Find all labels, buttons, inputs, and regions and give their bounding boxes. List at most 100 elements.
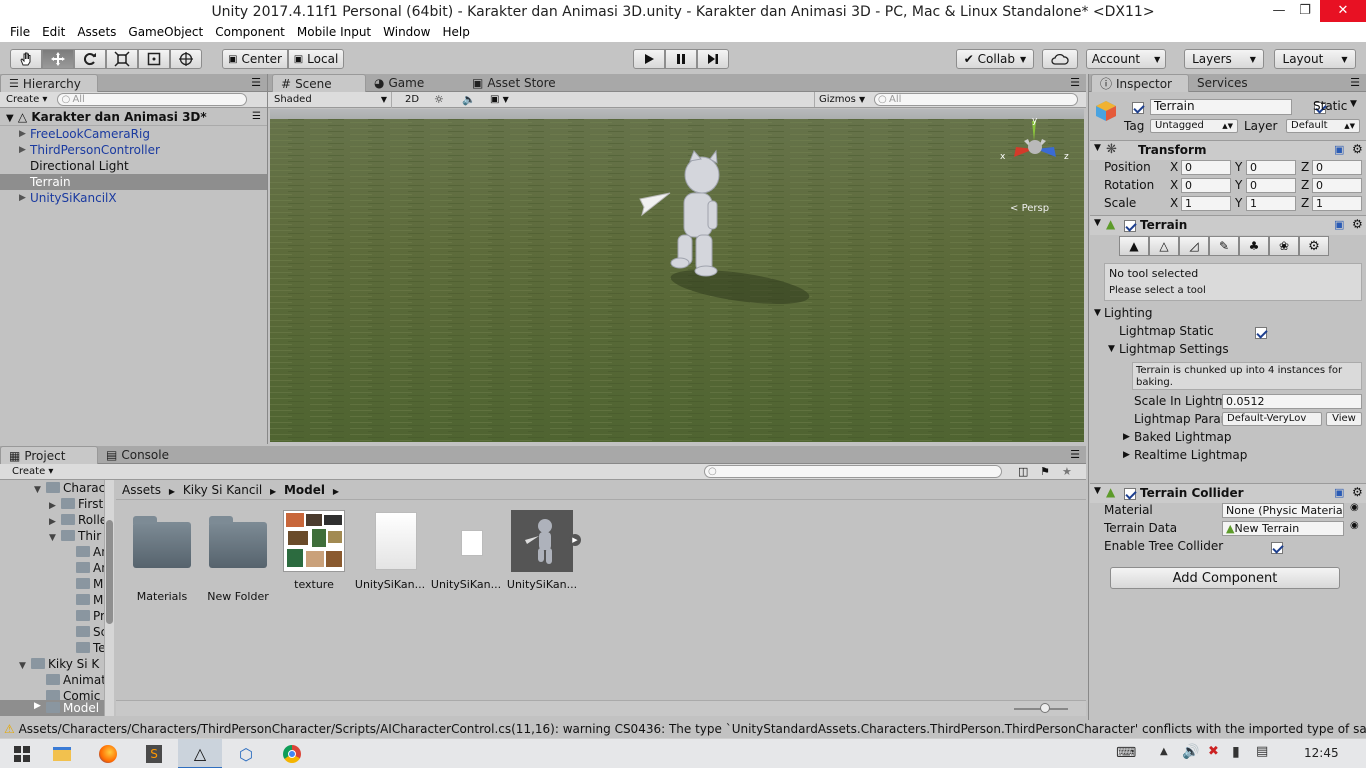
start-button[interactable] <box>0 739 44 768</box>
maximize-button[interactable]: ❐ <box>1288 0 1322 22</box>
slider-thumb[interactable] <box>1040 703 1050 713</box>
enable-tree-collider-checkbox[interactable] <box>1270 542 1283 554</box>
realtime-lightmap-foldout[interactable]: Realtime Lightmap <box>1134 448 1247 462</box>
scale-in-lightmap-input[interactable]: 0.0512 <box>1222 394 1362 409</box>
menu-window[interactable]: Window <box>377 24 436 42</box>
tab-scene[interactable]: # Scene <box>272 74 366 92</box>
effects-dropdown[interactable]: ▣ ▼ <box>490 92 509 107</box>
tab-hierarchy[interactable]: ☰ Hierarchy <box>0 74 98 92</box>
taskbar-sublime[interactable]: S <box>132 739 176 768</box>
tab-game[interactable]: ◕ Game <box>366 74 464 92</box>
keyboard-icon[interactable]: ⌨ <box>1116 745 1136 761</box>
tree-item[interactable]: ▶ First <box>0 496 104 512</box>
tree-item[interactable]: M <box>0 576 104 592</box>
signal-icon[interactable]: ▤ <box>1256 744 1268 759</box>
expand-open-icon[interactable]: ▼ <box>19 658 31 672</box>
panel-menu-icon[interactable]: ☰ <box>1350 76 1360 89</box>
taskbar-file-explorer[interactable] <box>40 739 84 768</box>
lightmap-parameters-dropdown[interactable]: Default-VeryLov <box>1222 412 1322 426</box>
terrain-settings-button[interactable]: ⚙ <box>1299 236 1329 256</box>
active-checkbox[interactable] <box>1132 102 1144 114</box>
shading-mode-dropdown[interactable]: Shaded ▼ <box>274 91 392 108</box>
smooth-height-button[interactable]: ◿ <box>1179 236 1209 256</box>
help-icon[interactable]: ▣ <box>1334 486 1344 499</box>
object-picker-icon[interactable]: ◉ <box>1350 502 1359 513</box>
star-icon[interactable]: ★ <box>1062 465 1072 478</box>
scene-viewport[interactable]: y x z < Persp <box>270 109 1084 442</box>
asset-item[interactable]: UnitySiKan... <box>429 510 503 591</box>
taskbar-firefox[interactable] <box>86 739 130 768</box>
orientation-gizmo[interactable]: y x z <box>998 117 1078 183</box>
scale-y-input[interactable]: 1 <box>1246 196 1296 211</box>
tag-dropdown[interactable]: Untagged ▲▼ <box>1150 119 1238 133</box>
menu-assets[interactable]: Assets <box>71 24 122 42</box>
tab-inspector[interactable]: ⓘ Inspector <box>1091 74 1189 92</box>
scale-tool-button[interactable] <box>106 49 138 69</box>
project-search-input[interactable]: ○ <box>704 465 1002 478</box>
help-icon[interactable]: ▣ <box>1334 143 1344 156</box>
tree-item[interactable]: Sc <box>0 624 104 640</box>
place-trees-button[interactable]: ♣ <box>1239 236 1269 256</box>
cloud-button[interactable] <box>1042 49 1078 69</box>
move-tool-button[interactable] <box>42 49 74 69</box>
scale-z-input[interactable]: 1 <box>1312 196 1362 211</box>
terrain-header[interactable]: ▼ ▲ Terrain ▣ ⚙ <box>1090 215 1366 235</box>
close-button[interactable]: ✕ <box>1320 0 1366 22</box>
view-button[interactable]: View <box>1326 412 1362 426</box>
tab-services[interactable]: Services <box>1189 74 1279 92</box>
object-picker-icon[interactable]: ◉ <box>1350 520 1359 531</box>
taskbar-unity[interactable]: △ <box>178 739 222 768</box>
scene-root[interactable]: ▼ △ Karakter dan Animasi 3D* ☰ <box>0 108 267 126</box>
filter-type-icon[interactable]: ◫ <box>1018 465 1028 478</box>
panel-menu-icon[interactable]: ☰ <box>251 76 261 89</box>
status-bar[interactable]: ⚠ Assets/Characters/Characters/ThirdPers… <box>0 720 1366 738</box>
hierarchy-item[interactable]: ▶ UnitySiKancilX <box>0 190 267 206</box>
tree-item[interactable]: An <box>0 544 104 560</box>
project-create-button[interactable]: Create ▾ <box>12 466 53 477</box>
menu-component[interactable]: Component <box>209 24 291 42</box>
asset-item[interactable]: Materials <box>125 510 199 603</box>
lightmap-settings-foldout[interactable]: Lightmap Settings <box>1119 342 1229 356</box>
pivot-center-button[interactable]: ▣ Center <box>222 49 288 69</box>
terrain-data-field[interactable]: ▲New Terrain <box>1222 521 1344 536</box>
lighting-toggle[interactable]: ☼ <box>434 92 444 107</box>
scene-menu-icon[interactable]: ☰ <box>252 108 261 126</box>
hierarchy-item[interactable]: ▶ FreeLookCameraRig <box>0 126 267 142</box>
position-z-input[interactable]: 0 <box>1312 160 1362 175</box>
expand-asset-icon[interactable]: ▶ <box>569 534 581 546</box>
expand-open-icon[interactable]: ▼ <box>1094 308 1101 318</box>
scene-search-input[interactable]: ○ All <box>874 93 1078 106</box>
tab-project[interactable]: ▦ Project <box>0 446 98 464</box>
tree-item-model[interactable]: Model <box>46 700 99 716</box>
asset-item[interactable]: UnitySiKan... <box>353 510 427 591</box>
expand-icon[interactable]: ▶ <box>1123 432 1130 442</box>
add-component-button[interactable]: Add Component <box>1110 567 1340 589</box>
tree-item[interactable]: Pr <box>0 608 104 624</box>
hierarchy-item-selected[interactable]: Terrain <box>0 174 267 190</box>
gear-icon[interactable]: ⚙ <box>1352 485 1363 499</box>
hierarchy-item[interactable]: Directional Light <box>0 158 267 174</box>
gear-icon[interactable]: ⚙ <box>1352 217 1363 231</box>
network-off-icon[interactable]: ✖ <box>1208 744 1219 759</box>
breadcrumb-item-current[interactable]: Model <box>284 483 325 497</box>
rotation-z-input[interactable]: 0 <box>1312 178 1362 193</box>
lightmap-static-checkbox[interactable] <box>1255 327 1267 339</box>
position-y-input[interactable]: 0 <box>1246 160 1296 175</box>
paint-details-button[interactable]: ❀ <box>1269 236 1299 256</box>
pivot-local-button[interactable]: ▣ Local <box>288 49 344 69</box>
breadcrumb-item[interactable]: Kiky Si Kancil <box>183 483 262 497</box>
lighting-foldout[interactable]: Lighting <box>1104 306 1153 320</box>
tree-item[interactable]: ▶ Rolle <box>0 512 104 528</box>
expand-icon[interactable]: ▶ <box>1123 450 1130 460</box>
tree-item[interactable]: ▼ Thir <box>0 528 104 544</box>
clock[interactable]: 12:45 <box>1304 746 1339 760</box>
raise-terrain-button[interactable]: ▲ <box>1119 236 1149 256</box>
gizmos-dropdown[interactable]: Gizmos ▼ <box>814 92 865 107</box>
chevron-down-icon[interactable]: ▼ <box>1350 99 1357 109</box>
taskbar-chrome[interactable] <box>270 739 314 768</box>
hierarchy-create-button[interactable]: Create ▾ <box>6 94 47 105</box>
taskbar-app-cube[interactable]: ⬡ <box>224 739 268 768</box>
transform-header[interactable]: ▼ ❋ Transform ▣ ⚙ <box>1090 140 1366 160</box>
rotation-y-input[interactable]: 0 <box>1246 178 1296 193</box>
tree-item[interactable]: Animat <box>0 672 104 688</box>
